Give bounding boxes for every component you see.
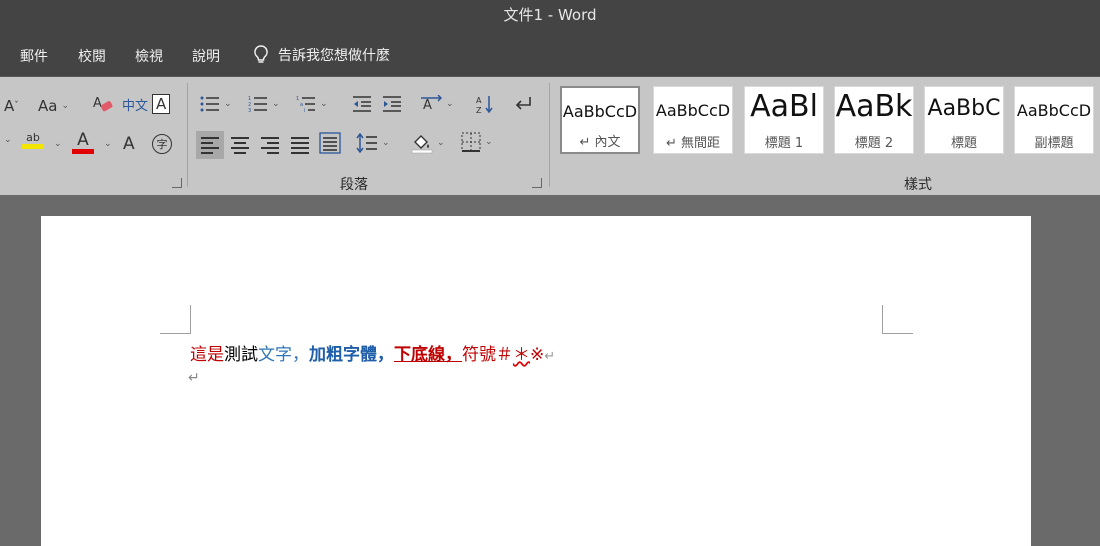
borders-icon — [461, 132, 481, 152]
paragraph-mark-icon — [515, 97, 531, 110]
font-color-dropdown[interactable]: ⌄ — [100, 139, 112, 149]
justify-button[interactable] — [291, 134, 309, 157]
empty-paragraph-mark: ↵ — [188, 370, 200, 386]
tab-mailings[interactable]: 郵件 — [20, 46, 48, 66]
tell-me-label: 告訴我您想做什麼 — [278, 48, 390, 64]
style-no-spacing[interactable]: AaBbCcD ↵ 無間距 — [653, 86, 733, 154]
sort-button[interactable]: AZ — [475, 94, 495, 114]
tell-me-box[interactable]: 告訴我您想做什麼 — [252, 44, 390, 66]
enclose-char-button[interactable]: 字 — [152, 134, 172, 154]
highlight-button[interactable]: ab — [22, 131, 44, 149]
group-separator — [549, 83, 550, 187]
paragraph-dialog-launcher[interactable] — [532, 178, 542, 188]
margin-corner-right — [882, 305, 913, 334]
svg-text:Z: Z — [476, 106, 482, 114]
title-bar: 文件1 - Word — [0, 0, 1100, 32]
text-run: 加粗字體， — [309, 345, 394, 365]
paragraph-group-label: 段落 — [340, 177, 368, 193]
numbering-icon: 123 — [248, 96, 267, 113]
align-left-button[interactable] — [196, 131, 224, 159]
char-border-button[interactable]: A — [152, 94, 171, 114]
text-run: ※ — [530, 345, 545, 365]
svg-text:A: A — [423, 98, 432, 113]
svg-text:A: A — [476, 96, 482, 105]
clear-format-icon[interactable]: A — [92, 95, 114, 115]
style-heading-2[interactable]: AaBk 標題 2 — [834, 86, 914, 154]
justify-icon — [291, 134, 309, 157]
text-run: ＊ — [513, 345, 530, 365]
text-direction-button[interactable]: A ⌄ — [420, 95, 454, 113]
distributed-button[interactable] — [319, 132, 341, 154]
text-run: 文字， — [258, 345, 309, 365]
increase-indent-button[interactable] — [382, 95, 402, 113]
font-color-button[interactable]: A — [72, 131, 94, 154]
font-dropdown-arrow[interactable]: ⌄ — [0, 135, 12, 145]
align-right-button[interactable] — [261, 134, 279, 157]
font-group: Aˇ Aa ⌄ A 中文 A ⌄ ab ⌄ A ⌄ A 字 — [0, 77, 186, 195]
align-center-button[interactable] — [231, 134, 249, 157]
style-heading-1[interactable]: AaBl 標題 1 — [744, 86, 824, 154]
shading-button[interactable]: ⌄ — [411, 132, 445, 154]
char-shading-button[interactable]: A — [123, 134, 135, 154]
numbering-button[interactable]: 1 2 3 ⌄ — [248, 95, 280, 113]
text-run: 測試 — [224, 345, 258, 365]
font-dialog-launcher[interactable] — [172, 178, 182, 188]
tab-view[interactable]: 檢視 — [135, 46, 163, 66]
text-direction-icon: A — [421, 95, 442, 113]
styles-group-label: 樣式 — [904, 177, 932, 193]
grow-font-button[interactable]: Aˇ — [4, 97, 19, 115]
align-left-icon — [201, 134, 219, 157]
change-case-button[interactable]: Aa ⌄ — [38, 97, 69, 115]
highlight-color-bar — [22, 144, 44, 149]
align-center-icon — [231, 134, 249, 157]
line-spacing-button[interactable]: ⌄ — [356, 133, 390, 153]
multilevel-list-icon: 1ai — [296, 96, 315, 113]
styles-gallery: AaBbCcD ↵ 內文 AaBbCcD ↵ 無間距 AaBl 標題 1 AaB… — [558, 86, 1100, 158]
paragraph-group: ⌄ 1 2 3 ⌄ 1 a i ⌄ A ⌄ AZ ⌄ ⌄ ⌄ 段落 — [188, 77, 548, 195]
text-run: 符號＃ — [462, 345, 513, 365]
lightbulb-icon — [254, 45, 268, 63]
decrease-indent-icon — [353, 96, 371, 112]
svg-text:a: a — [300, 102, 303, 108]
align-right-icon — [261, 134, 279, 157]
text-run: 這是 — [190, 345, 224, 365]
highlight-dropdown[interactable]: ⌄ — [50, 139, 62, 149]
window-title: 文件1 - Word — [503, 6, 597, 24]
svg-text:i: i — [304, 108, 305, 113]
multilevel-list-button[interactable]: 1 a i ⌄ — [296, 95, 328, 113]
style-title[interactable]: AaBbC 標題 — [924, 86, 1004, 154]
borders-button[interactable]: ⌄ — [461, 132, 493, 152]
distributed-icon — [319, 132, 341, 154]
tab-review[interactable]: 校閱 — [78, 46, 106, 66]
text-run: 下底線， — [394, 345, 462, 365]
phonetic-guide-button[interactable]: 中文 — [122, 95, 148, 114]
bullets-icon — [200, 96, 219, 112]
margin-corner-left — [160, 305, 191, 334]
tab-help[interactable]: 說明 — [192, 46, 220, 66]
increase-indent-icon — [383, 96, 401, 112]
style-subtitle[interactable]: AaBbCcD 副標題 — [1014, 86, 1094, 154]
sort-icon: AZ — [476, 96, 493, 114]
font-color-bar — [72, 149, 94, 154]
line-spacing-icon — [356, 133, 377, 153]
svg-text:1: 1 — [296, 96, 299, 102]
decrease-indent-button[interactable] — [352, 95, 372, 113]
bullets-button[interactable]: ⌄ — [200, 95, 232, 113]
document-paragraph[interactable]: 這是測試文字，加粗字體，下底線，符號＃＊※↵ — [190, 340, 555, 365]
svg-text:3: 3 — [248, 108, 251, 113]
svg-text:A: A — [93, 96, 102, 111]
text-run: ↵ — [544, 349, 556, 364]
menu-bar: 郵件 校閱 檢視 說明 告訴我您想做什麼 — [0, 32, 1100, 76]
show-marks-button[interactable] — [512, 95, 532, 113]
style-normal[interactable]: AaBbCcD ↵ 內文 — [560, 86, 640, 154]
paint-bucket-icon — [411, 135, 433, 154]
